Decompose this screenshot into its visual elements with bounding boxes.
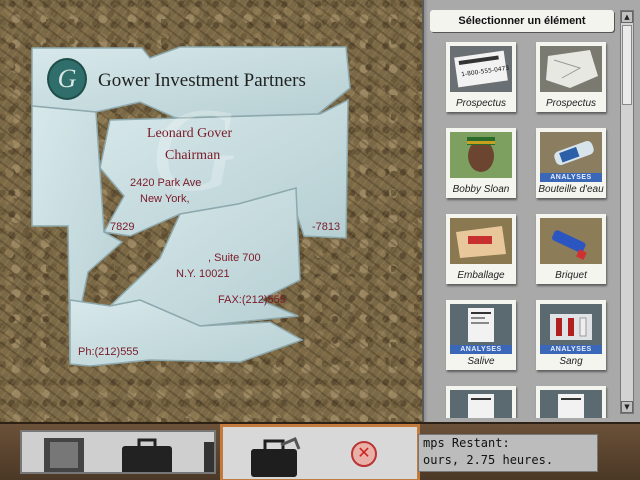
evidence-item-water-bottle[interactable]: ANALYSES Bouteille d'eau <box>536 128 606 198</box>
item-label: Bouteille d'eau <box>538 184 604 195</box>
timer-line1: mps Restant: <box>423 436 510 450</box>
evidence-item-blood[interactable]: ANALYSES Sang <box>536 300 606 370</box>
panel-scrollbar[interactable]: ▲ ▼ <box>620 10 634 414</box>
card-company: Gower Investment Partners <box>98 70 306 91</box>
bottle-photo <box>540 132 602 178</box>
item-label: Prospectus <box>455 98 507 109</box>
card-phone: Ph:(212)555 <box>78 346 139 358</box>
evidence-item-bobby-sloan[interactable]: Bobby Sloan <box>446 128 516 198</box>
item-label: Salive <box>467 356 495 367</box>
item-label: Bobby Sloan <box>452 184 510 195</box>
lighter-photo <box>540 218 602 264</box>
panel-title: Sélectionner un élément <box>430 10 614 32</box>
card-suite: , Suite 700 <box>208 252 261 264</box>
analysed-badge: ANALYSES <box>540 173 602 182</box>
active-item-slot[interactable]: ✕ <box>220 424 420 480</box>
evidence-item-wrapper[interactable]: Emballage <box>446 214 516 284</box>
evidence-bag-photo <box>450 304 512 350</box>
scroll-thumb[interactable] <box>622 25 632 105</box>
analysed-badge: ANALYSES <box>450 345 512 354</box>
evidence-grid: 1-800-555-0473 Prospectus Prospectus Bob… <box>438 38 614 418</box>
item-label: Prospectus <box>545 98 597 109</box>
evidence-panel: Sélectionner un élément 1-800-555-0473 P… <box>422 0 640 422</box>
evidence-item-lighter[interactable]: Briquet <box>536 214 606 284</box>
evidence-bag-photo <box>540 390 602 418</box>
bottom-toolbar: ✕ mps Restant: ours, 2.75 heures. <box>0 422 640 480</box>
item-label: Sang <box>559 356 583 367</box>
timer-line2: ours, 2.75 heures. <box>423 453 554 467</box>
inventory-slot[interactable] <box>20 430 216 474</box>
scroll-down-icon[interactable]: ▼ <box>621 401 633 413</box>
card-phone-fragment-left: 7829 <box>110 221 135 233</box>
person-photo <box>450 132 512 178</box>
analysed-badge: ANALYSES <box>540 345 602 354</box>
card-name: Leonard Gover <box>147 126 233 141</box>
blood-sample-photo <box>540 304 602 350</box>
scroll-up-icon[interactable]: ▲ <box>621 11 633 23</box>
company-logo-icon: G <box>47 58 87 100</box>
torn-business-card[interactable]: G G Gower Investment Partners Leonard Go… <box>0 0 422 422</box>
briefcase-icon <box>251 437 301 477</box>
item-label: Emballage <box>457 270 505 281</box>
evidence-item-saliva[interactable]: ANALYSES Salive <box>446 300 516 370</box>
item-label: Briquet <box>555 270 587 281</box>
card-address-line2: New York, <box>140 193 190 205</box>
crumpled-paper-photo <box>540 46 602 92</box>
evidence-item-10[interactable] <box>536 386 606 418</box>
card-address-line1: 2420 Park Ave <box>130 177 202 189</box>
card-title: Chairman <box>165 148 221 163</box>
card-fax: FAX:(212)555 <box>218 294 286 306</box>
evidence-item-prospectus-1[interactable]: 1-800-555-0473 Prospectus <box>446 42 516 112</box>
prospectus-photo: 1-800-555-0473 <box>450 46 512 92</box>
card-city-zip: N.Y. 10021 <box>176 268 230 280</box>
evidence-bag-photo <box>450 390 512 418</box>
inventory-tools-icon <box>44 438 214 472</box>
card-phone-fragment-right: -7813 <box>312 221 341 233</box>
evidence-item-prospectus-2[interactable]: Prospectus <box>536 42 606 112</box>
evidence-item-9[interactable] <box>446 386 516 418</box>
wrapper-photo <box>450 218 512 264</box>
close-icon[interactable]: ✕ <box>351 441 377 467</box>
time-remaining-display: mps Restant: ours, 2.75 heures. <box>418 434 598 472</box>
